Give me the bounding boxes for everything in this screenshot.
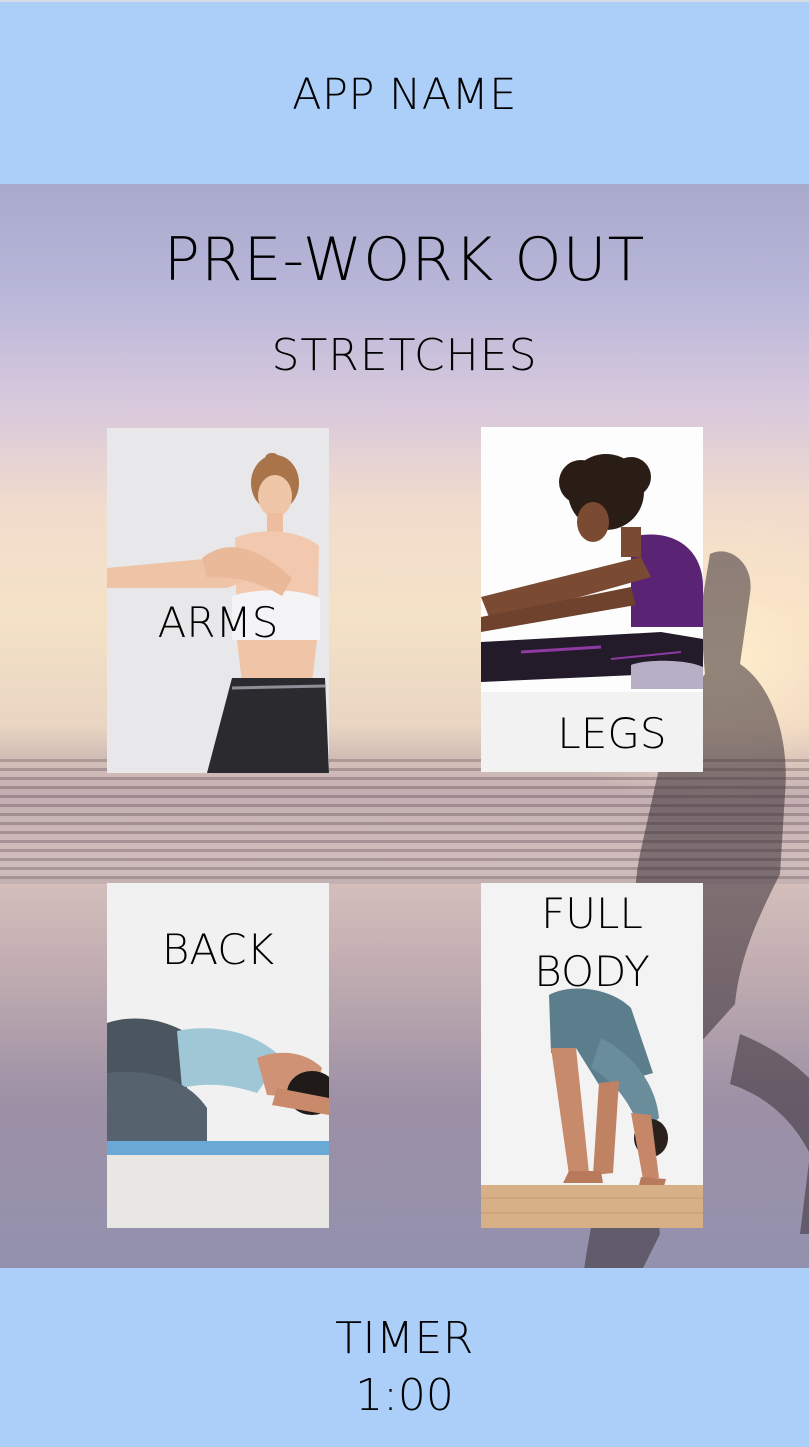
legs-stretch-card[interactable]: LEGS xyxy=(481,427,703,772)
back-card-label: BACK xyxy=(161,925,275,974)
page-subtitle: STRETCHES xyxy=(271,330,538,381)
back-stretch-card[interactable]: BACK xyxy=(107,883,329,1228)
full-body-card-label: FULL BODY xyxy=(534,889,650,996)
app-name: APP NAME xyxy=(292,70,517,120)
full-body-stretch-card[interactable]: FULL BODY xyxy=(481,883,703,1228)
legs-card-label: LEGS xyxy=(557,709,667,758)
arms-card-label: ARMS xyxy=(157,598,279,647)
timer-label: TIMER xyxy=(335,1313,474,1364)
timer-footer: TIMER 1:00 xyxy=(0,1268,809,1447)
app-header: APP NAME xyxy=(0,0,809,184)
arms-stretch-card[interactable]: ARMS xyxy=(107,428,329,773)
page-title: PRE-WORK OUT xyxy=(163,225,646,295)
timer-value[interactable]: 1:00 xyxy=(0,1370,809,1421)
